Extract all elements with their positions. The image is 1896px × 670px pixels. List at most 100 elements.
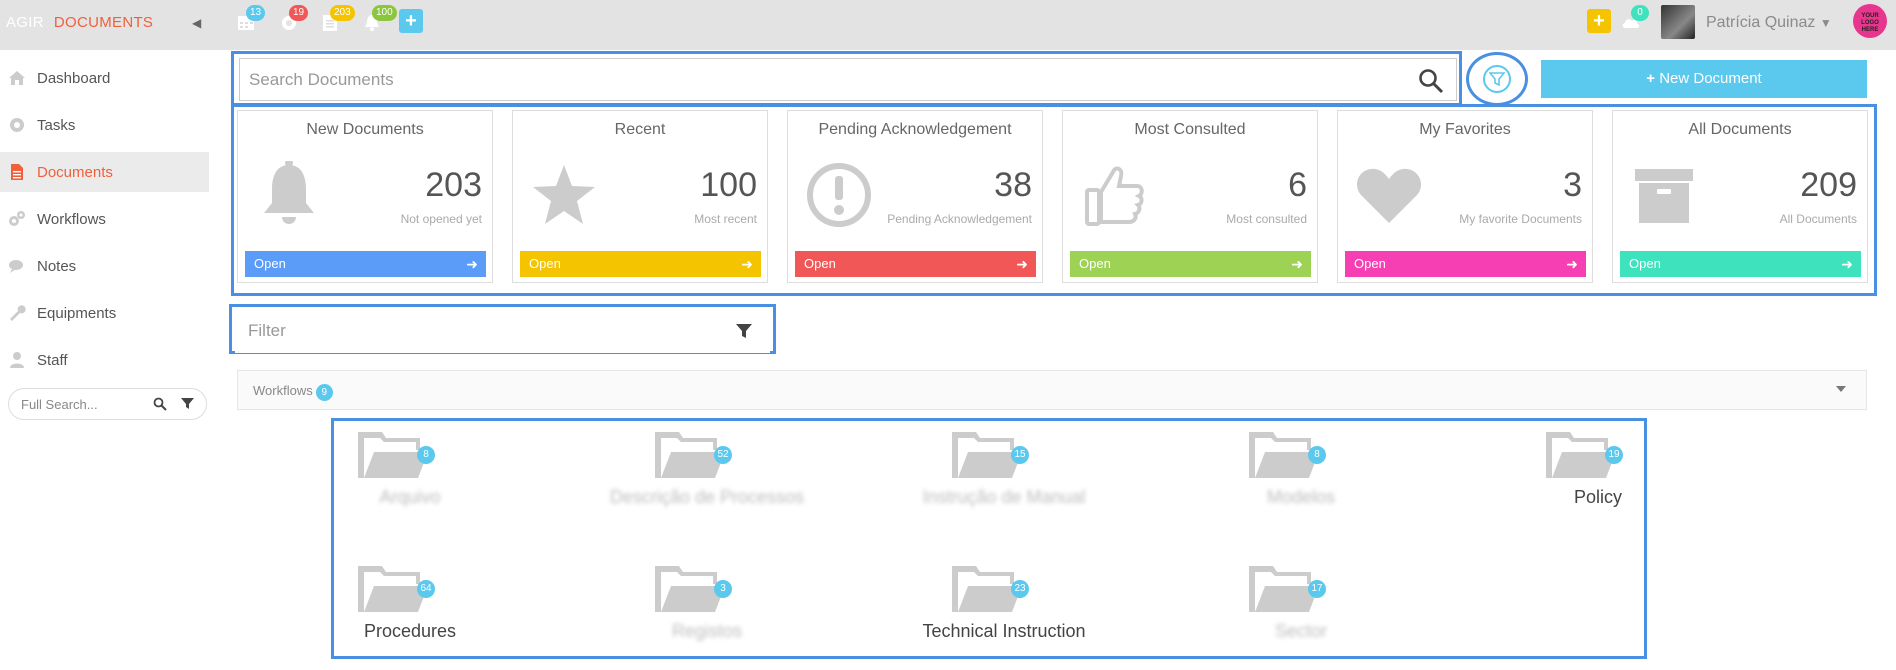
folder-item[interactable]: 52 Descrição de Processos <box>610 420 804 530</box>
card-my-favorites: My Favorites 3 My favorite Documents Ope… <box>1337 110 1593 283</box>
open-label: Open <box>1079 256 1111 271</box>
documents-badge: 203 <box>330 5 355 21</box>
company-logo: YOUR LOGO HERE <box>1853 4 1887 38</box>
workflows-accordion[interactable]: Workflows 9 <box>237 370 1867 410</box>
open-most-consulted-button[interactable]: Open ➜ <box>1070 251 1311 277</box>
workflows-count-badge: 9 <box>315 384 333 401</box>
folder-count-badge: 52 <box>714 446 732 464</box>
card-title: Recent <box>614 121 666 138</box>
advanced-filter-button[interactable] <box>1466 52 1528 106</box>
card-subtitle: Most recent <box>694 212 757 226</box>
sidebar-item-staff[interactable]: Staff <box>0 340 209 380</box>
card-subtitle: My favorite Documents <box>1459 212 1582 226</box>
sidebar-item-notes[interactable]: Notes <box>0 246 209 286</box>
folder-count-badge: 64 <box>417 580 435 598</box>
folder-name: Modelos <box>1266 487 1336 507</box>
sidebar-item-equipments[interactable]: Equipments <box>0 293 209 333</box>
new-document-label: New Document <box>1659 70 1762 87</box>
filter-input[interactable]: Filter <box>235 310 770 353</box>
sidebar-item-label: Workflows <box>37 210 106 228</box>
card-count: 38 <box>994 166 1032 204</box>
search-input[interactable]: Search Documents <box>239 58 1457 101</box>
sidebar-item-label: Staff <box>37 351 68 369</box>
open-label: Open <box>254 256 286 271</box>
arrow-right-icon: ➜ <box>466 256 478 272</box>
user-menu[interactable]: Patrícia Quinaz ▼ <box>1706 14 1832 32</box>
sidebar-item-dashboard[interactable]: Dashboard <box>0 58 209 98</box>
card-count: 209 <box>1800 166 1857 204</box>
card-recent: Recent 100 Most recent Open ➜ <box>512 110 768 283</box>
card-subtitle: Not opened yet <box>400 212 482 226</box>
sidebar-item-label: Notes <box>37 257 77 275</box>
brand-prefix: AGIR <box>6 14 44 31</box>
card-subtitle: All Documents <box>1779 212 1857 226</box>
folder-item[interactable]: 15 Instrução de Manual <box>922 420 1086 530</box>
folder-count-badge: 8 <box>417 446 435 464</box>
user-name: Patrícia Quinaz <box>1706 14 1816 31</box>
bell-icon[interactable]: 100 <box>362 5 397 36</box>
new-document-button[interactable]: + New Document <box>1541 60 1867 98</box>
open-recent-button[interactable]: Open ➜ <box>520 251 761 277</box>
open-pending-button[interactable]: Open ➜ <box>795 251 1036 277</box>
calendar-icon[interactable]: 13 <box>236 5 266 36</box>
folder-name: Arquivo <box>379 487 441 507</box>
sidebar-item-workflows[interactable]: Workflows <box>0 199 209 239</box>
folder-item[interactable]: 8 Modelos <box>1221 420 1381 530</box>
card-count: 3 <box>1563 166 1582 204</box>
folder-item[interactable]: 64 Procedures <box>330 554 490 664</box>
tasks-badge: 19 <box>289 5 309 21</box>
sidebar-item-label: Dashboard <box>37 69 111 87</box>
caret-down-icon <box>1836 386 1846 392</box>
folder-name: Technical Instruction <box>922 621 1086 641</box>
folder-count-badge: 23 <box>1011 580 1029 598</box>
arrow-right-icon: ➜ <box>741 256 753 272</box>
folder-name: Instrução de Manual <box>922 487 1086 507</box>
filter-icon[interactable] <box>181 397 194 413</box>
search-placeholder: Search Documents <box>249 70 394 89</box>
folder-item[interactable]: 19 Policy <box>1518 420 1678 530</box>
document-icon[interactable]: 203 <box>320 5 355 36</box>
card-subtitle: Most consulted <box>1226 212 1307 226</box>
chevron-left-icon[interactable]: ◀ <box>192 16 201 30</box>
add-shortcut-button[interactable]: + <box>1587 9 1611 33</box>
star-icon <box>529 159 599 231</box>
folder-count-badge: 15 <box>1011 446 1029 464</box>
arrow-right-icon: ➜ <box>1016 256 1028 272</box>
heart-icon <box>1354 159 1424 231</box>
full-search-input[interactable]: Full Search... <box>8 388 207 420</box>
open-favorites-button[interactable]: Open ➜ <box>1345 251 1586 277</box>
folder-item[interactable]: 8 Arquivo <box>330 420 490 530</box>
comments-icon <box>8 257 26 275</box>
arrow-right-icon: ➜ <box>1291 256 1303 272</box>
search-icon[interactable] <box>153 397 167 414</box>
full-search-placeholder: Full Search... <box>21 397 98 412</box>
filter-placeholder: Filter <box>248 321 286 340</box>
folder-name: Sector <box>1274 621 1328 641</box>
open-label: Open <box>529 256 561 271</box>
bell-badge: 100 <box>372 5 397 21</box>
workflows-label: Workflows <box>253 383 313 398</box>
sidebar-item-label: Documents <box>37 163 113 181</box>
folder-item[interactable]: 17 Sector <box>1221 554 1381 664</box>
open-all-documents-button[interactable]: Open ➜ <box>1620 251 1861 277</box>
folder-count-badge: 19 <box>1605 446 1623 464</box>
folder-item[interactable]: 3 Registos <box>627 554 787 664</box>
sidebar-item-documents[interactable]: Documents <box>0 152 209 192</box>
quick-add-button[interactable]: + <box>399 9 423 33</box>
exclamation-circle-icon <box>804 159 874 231</box>
card-title: New Documents <box>306 121 424 138</box>
search-icon[interactable] <box>1418 68 1444 99</box>
filter-icon[interactable] <box>735 322 753 345</box>
sidebar-item-tasks[interactable]: Tasks <box>0 105 209 145</box>
app-brand[interactable]: AGIR DOCUMENTS <box>6 14 153 31</box>
avatar[interactable] <box>1661 5 1695 39</box>
home-icon <box>8 69 26 87</box>
cloud-badge: 0 <box>1631 5 1649 21</box>
open-new-documents-button[interactable]: Open ➜ <box>245 251 486 277</box>
archive-box-icon <box>1629 159 1699 231</box>
open-label: Open <box>804 256 836 271</box>
gear-icon[interactable]: 19 <box>279 5 309 36</box>
folder-count-badge: 17 <box>1308 580 1326 598</box>
cloud-icon[interactable]: 0 <box>1621 5 1649 36</box>
folder-item[interactable]: 23 Technical Instruction <box>922 554 1086 664</box>
